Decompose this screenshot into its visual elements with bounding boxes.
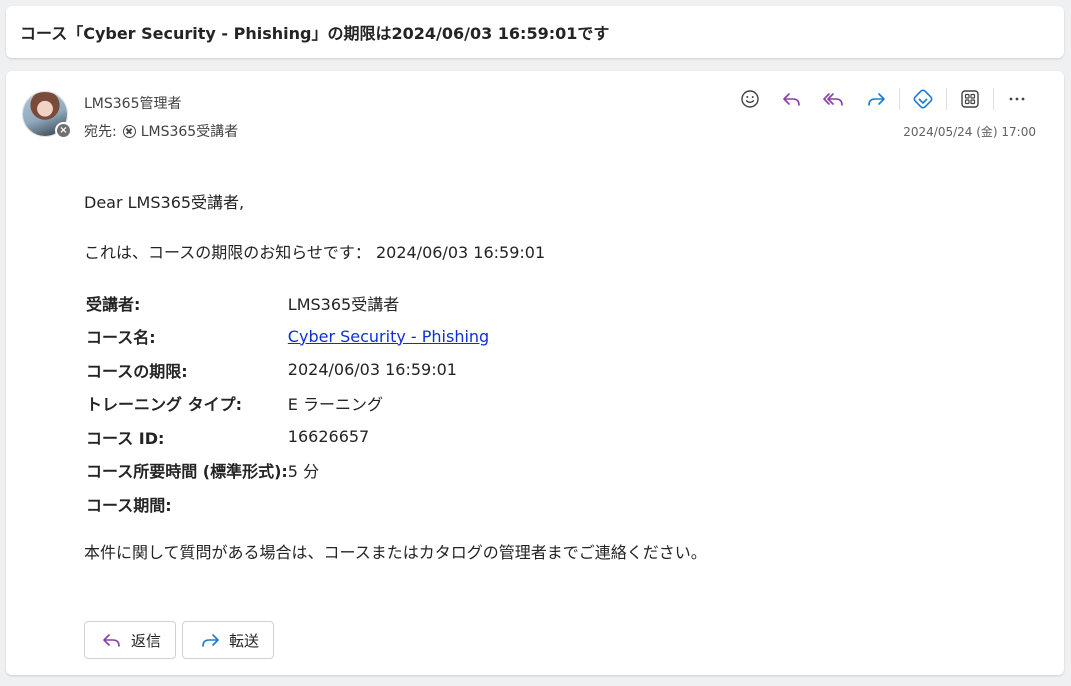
apps-button[interactable] [954,87,986,111]
forward-button[interactable] [860,87,892,111]
reply-button[interactable] [776,87,808,111]
info-row: コース名: Cyber Security - Phishing [86,320,489,354]
course-link[interactable]: Cyber Security - Phishing [288,327,489,346]
info-value: LMS365受講者 [287,294,400,314]
info-row: 受講者: LMS365受講者 [86,286,489,320]
quick-actions: 返信 転送 [84,621,275,659]
info-label: コース ID: [86,428,165,448]
sender-name[interactable]: LMS365管理者 [84,93,182,113]
info-label: コース所要時間 (標準形式): [86,462,288,482]
forward-label: 転送 [229,631,260,650]
subject-bar: コース「Cyber Security - Phishing」の期限は2024/0… [6,6,1064,58]
message-card: × LMS365管理者 宛先: LMS365受講者 2024/05/24 (金)… [6,71,1064,675]
avatar[interactable]: × [22,91,72,139]
info-row: トレーニング タイプ: E ラーニング [86,387,489,421]
reply-icon [783,93,800,106]
closing-text: 本件に関して質問がある場合は、コースまたはカタログの管理者までご連絡ください。 [84,543,707,562]
reply-label: 返信 [131,631,162,650]
deadline-notice: これは、コースの期限のお知らせです： 2024/06/03 16:59:01 [84,243,546,262]
toolbar-divider [993,88,994,110]
info-label: コース名: [86,328,156,348]
message-date: 2024/05/24 (金) 17:00 [903,125,1036,139]
info-row: コースの期限: 2024/06/03 16:59:01 [86,353,489,387]
info-row: コース期間: [86,487,489,521]
toolbar-divider [946,88,947,110]
forward-action-button[interactable]: 転送 [182,621,275,659]
smiley-icon [741,90,759,108]
presence-badge: × [55,122,72,139]
info-row: コース所要時間 (標準形式): 5 分 [86,454,489,488]
info-row: コース ID: 16626657 [86,420,489,454]
info-value: Cyber Security - Phishing [288,320,489,354]
smiley-button[interactable] [734,87,766,111]
info-value: 16626657 [287,427,370,447]
reply-action-button[interactable]: 返信 [84,621,177,659]
recipient-name: LMS365受講者 [140,124,239,140]
recipient-chip[interactable]: LMS365受講者 [122,121,239,141]
viva-button[interactable] [907,87,939,111]
info-value: E ラーニング [287,395,383,415]
info-value: 5 分 [287,462,320,482]
more-icon [1009,97,1025,101]
info-label: コース期間: [86,495,172,515]
forward-icon [202,634,219,647]
forward-icon [868,93,885,106]
apps-icon [961,90,979,108]
info-value [288,487,489,521]
info-label: トレーニング タイプ: [86,395,242,415]
viva-icon [913,89,933,109]
info-label: 受講者: [86,294,141,314]
info-value: 2024/06/03 16:59:01 [287,360,457,380]
to-label: 宛先: [84,124,117,140]
email-subject: コース「Cyber Security - Phishing」の期限は2024/0… [20,24,610,43]
toolbar-divider [899,88,900,110]
greeting: Dear LMS365受講者, [84,193,245,212]
course-info-table: 受講者: LMS365受講者 コース名: Cyber Security - Ph… [86,286,489,521]
more-button[interactable] [1001,87,1033,111]
recipient-row: 宛先: LMS365受講者 [84,121,238,141]
reply-all-button[interactable] [818,87,850,111]
blocked-icon [122,124,136,138]
reply-all-icon [823,93,843,106]
reply-icon [103,634,120,647]
info-label: コースの期限: [86,361,188,381]
message-toolbar [729,87,1038,111]
